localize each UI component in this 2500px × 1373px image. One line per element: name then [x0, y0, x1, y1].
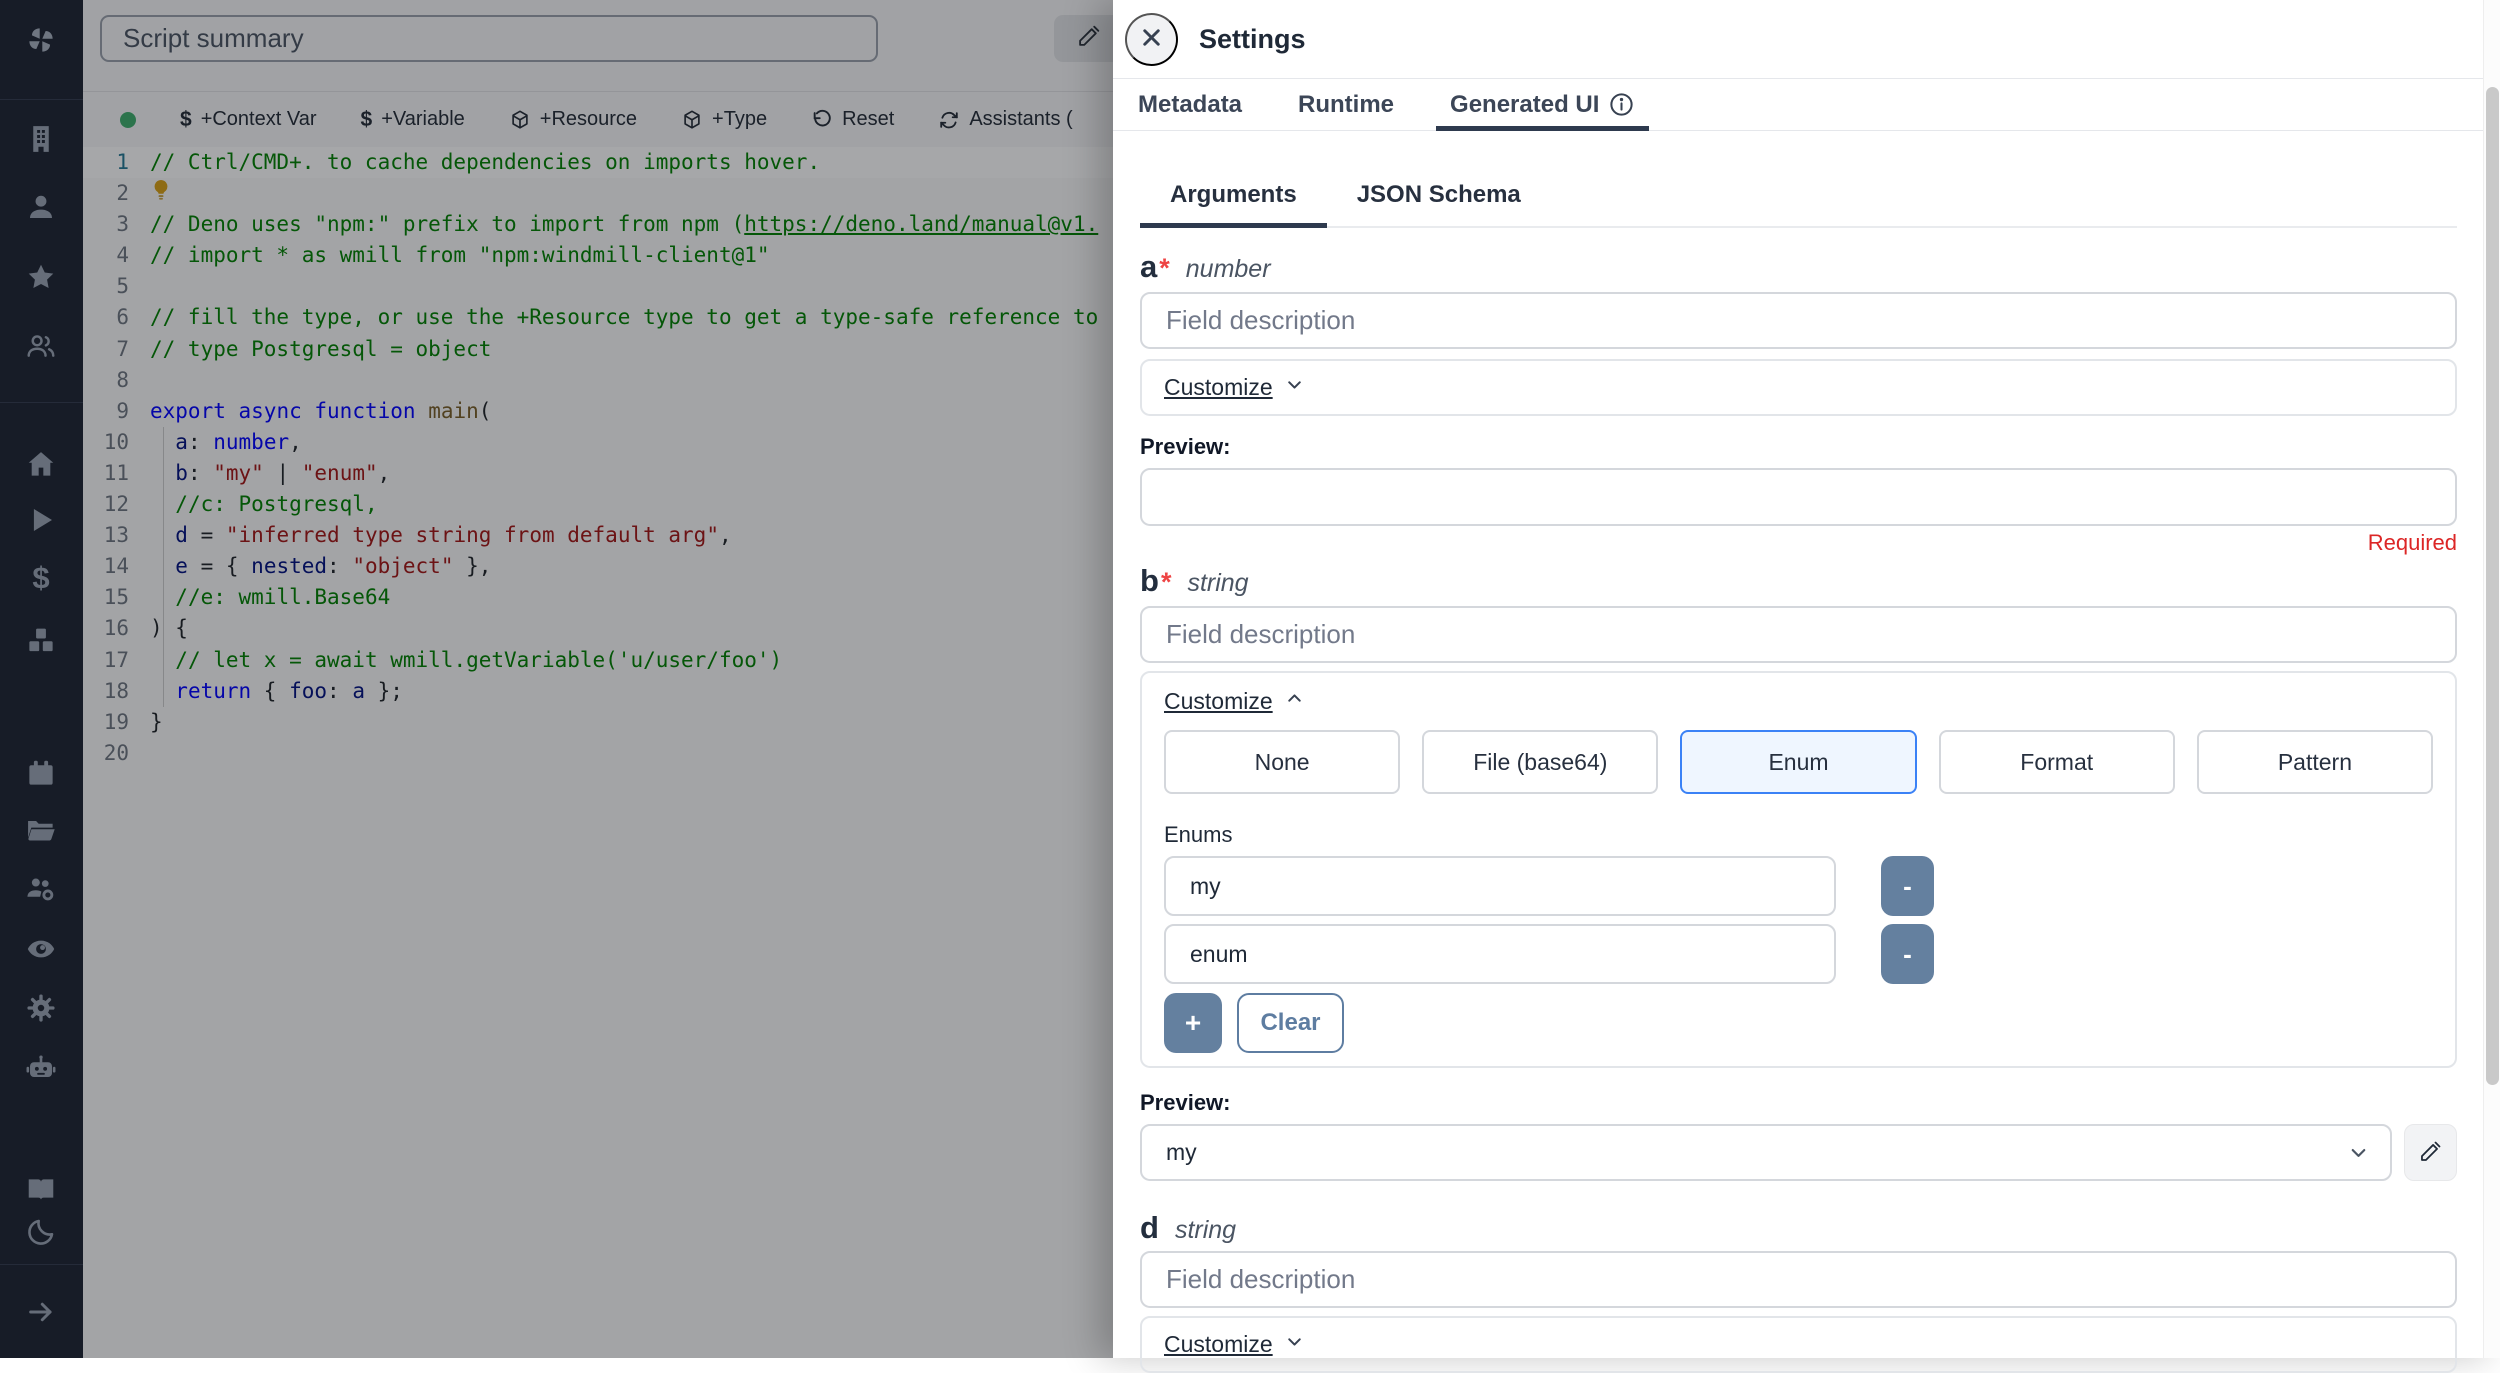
- customize-toggle[interactable]: Customize: [1164, 374, 1305, 401]
- arg-b-customize-box: Customize None File (base64) Enum Format Pat…: [1140, 671, 2457, 1069]
- string-kind-file-base64-button[interactable]: File (base64): [1422, 730, 1659, 795]
- close-icon: [1138, 24, 1165, 54]
- close-button[interactable]: [1125, 12, 1178, 66]
- clear-enums-button[interactable]: Clear: [1237, 993, 1344, 1054]
- arg-b-label: b * string: [1140, 563, 2457, 599]
- pencil-icon: [2418, 1139, 2443, 1164]
- add-enum-button[interactable]: +: [1164, 993, 1222, 1054]
- arg-name: d: [1140, 1210, 1159, 1246]
- tab-label: Runtime: [1298, 90, 1395, 118]
- remove-enum-button[interactable]: -: [1881, 924, 1934, 985]
- required-asterisk: *: [1160, 567, 1172, 598]
- remove-enum-button[interactable]: -: [1881, 856, 1934, 917]
- arg-b-preview-row: my: [1140, 1124, 2457, 1182]
- arg-type: string: [1174, 1216, 1237, 1245]
- string-kind-format-button[interactable]: Format: [1938, 730, 2175, 795]
- settings-tabbar: Metadata Runtime Generated UI: [1113, 79, 2500, 131]
- string-kind-none-button[interactable]: None: [1164, 730, 1401, 795]
- arg-b-description-input[interactable]: [1140, 606, 2457, 664]
- enum-actions: + Clear: [1164, 993, 2433, 1054]
- drawer-header: Settings: [1113, 0, 2500, 79]
- customize-toggle[interactable]: Customize: [1164, 688, 1305, 715]
- arg-b-preview-select[interactable]: my: [1140, 1124, 2392, 1182]
- string-type-options: None File (base64) Enum Format Pattern: [1164, 730, 2434, 795]
- modal-dim-overlay[interactable]: [0, 0, 1113, 1358]
- string-kind-enum-button[interactable]: Enum: [1680, 730, 1917, 795]
- tab-label: Metadata: [1138, 90, 1243, 118]
- chevron-down-icon: [1284, 374, 1305, 401]
- tab-metadata[interactable]: Metadata: [1124, 79, 1256, 130]
- arg-a-customize-box: Customize: [1140, 359, 2457, 417]
- settings-drawer: Settings Metadata Runtime Generated UI Arg…: [1113, 0, 2500, 1373]
- edit-preview-button[interactable]: [2404, 1124, 2457, 1182]
- customize-toggle[interactable]: Customize: [1164, 1331, 1305, 1358]
- subtab-json-schema[interactable]: JSON Schema: [1327, 163, 1551, 226]
- arg-a-label: a * number: [1140, 249, 2457, 284]
- preview-label: Preview:: [1140, 434, 1231, 460]
- drawer-title: Settings: [1199, 23, 1306, 54]
- tab-label: Generated UI: [1450, 90, 1600, 118]
- chevron-up-icon: [1284, 688, 1305, 709]
- chevron-down-icon: [1284, 1331, 1305, 1352]
- enum-row: -: [1164, 924, 2433, 985]
- drawer-content: ArgumentsJSON Schema a * number Customiz…: [1140, 131, 2457, 1373]
- arg-a-preview-input[interactable]: [1140, 468, 2457, 527]
- drawer-scrollbar[interactable]: [2483, 0, 2500, 1358]
- arg-d-customize-box: Customize: [1140, 1316, 2457, 1373]
- validation-message: Required: [2367, 530, 2457, 556]
- tab-runtime[interactable]: Runtime: [1284, 79, 1408, 130]
- subtab-arguments[interactable]: Arguments: [1140, 163, 1327, 228]
- arg-a-description-input[interactable]: [1140, 292, 2457, 350]
- enum-value-input[interactable]: [1164, 856, 1836, 917]
- arg-type: string: [1187, 569, 1249, 598]
- generated-ui-tabbar: Arguments JSON Schema: [1140, 131, 2457, 228]
- chevron-down-icon: [1284, 1331, 1305, 1358]
- enum-value-input[interactable]: [1164, 924, 1836, 985]
- chevron-up-icon: [1284, 688, 1305, 715]
- scrollbar-thumb[interactable]: [2486, 87, 2499, 1085]
- arg-d-description-input[interactable]: [1140, 1251, 2457, 1309]
- required-asterisk: *: [1159, 253, 1170, 283]
- chevron-down-icon: [2347, 1141, 2370, 1164]
- info-icon: [1608, 91, 1635, 118]
- arg-type: number: [1185, 255, 1271, 283]
- tab-generated-ui[interactable]: Generated UI: [1436, 79, 1650, 131]
- chevron-down-icon: [2347, 1141, 2370, 1164]
- close-icon: [1138, 24, 1165, 51]
- enum-row: -: [1164, 856, 2433, 917]
- string-kind-pattern-button[interactable]: Pattern: [2196, 730, 2434, 795]
- arg-name: a: [1140, 249, 1158, 284]
- arg-d-label: d string: [1140, 1211, 2457, 1245]
- enums-label: Enums: [1164, 822, 1233, 848]
- chevron-down-icon: [1284, 374, 1305, 395]
- pencil-icon: [2418, 1139, 2443, 1167]
- arg-name: b: [1140, 563, 1159, 599]
- preview-label: Preview:: [1140, 1090, 1231, 1116]
